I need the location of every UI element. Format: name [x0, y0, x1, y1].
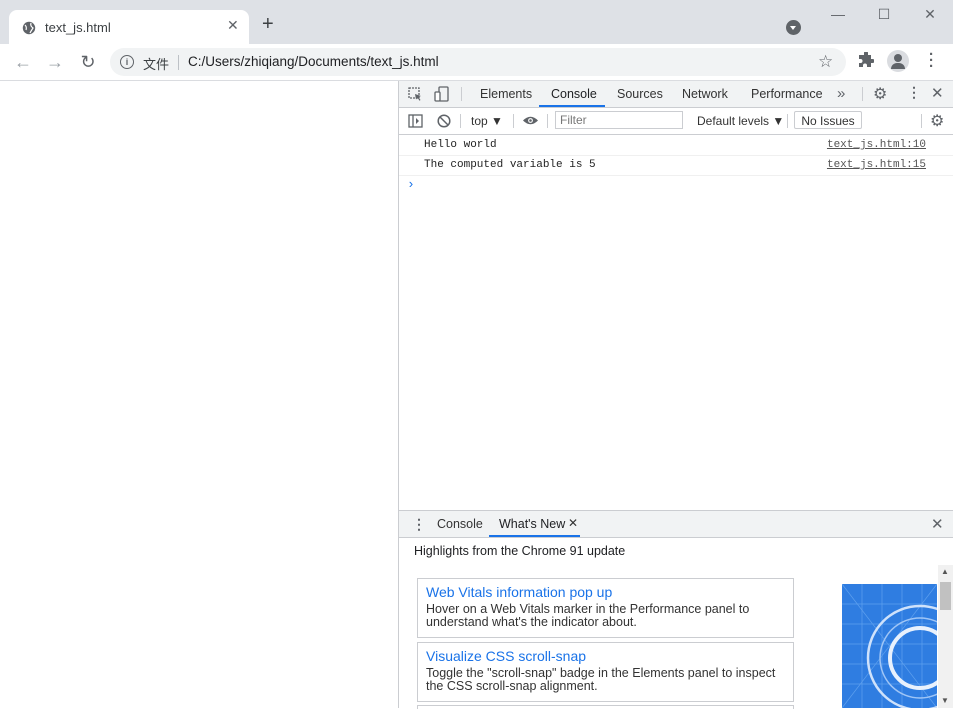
whats-new-card[interactable]: Web Vitals information pop up Hover on a… [417, 578, 794, 638]
reload-icon[interactable]: ↻ [77, 52, 99, 72]
browser-toolbar: ← → ↻ i 文件 C:/Users/zhiqiang/Documents/t… [0, 44, 953, 81]
url-text[interactable]: C:/Users/zhiqiang/Documents/text_js.html [188, 54, 439, 69]
info-icon[interactable]: i [120, 55, 134, 69]
maximize-button[interactable]: ☐ [861, 6, 907, 28]
console-prompt[interactable]: › [407, 177, 415, 192]
close-drawer-icon[interactable]: ✕ [931, 515, 944, 533]
settings-gear-icon[interactable]: ⚙ [873, 84, 887, 104]
more-tabs-chevron-icon[interactable]: » [837, 85, 845, 102]
devtools-menu-icon[interactable]: ⋮ [907, 84, 921, 101]
active-tab-indicator [539, 105, 605, 107]
minimize-button[interactable]: — [815, 6, 861, 28]
toolbar-divider [547, 114, 548, 128]
browser-tab[interactable]: text_js.html ✕ [9, 10, 249, 44]
active-tab-indicator [489, 535, 580, 537]
tab-strip: text_js.html ✕ + — ☐ ✕ [0, 0, 953, 44]
log-levels-dropdown[interactable]: Default levels ▼ [697, 114, 784, 128]
clear-console-icon[interactable] [437, 114, 451, 128]
console-message: The computed variable is 5 text_js.html:… [399, 156, 953, 176]
page-viewport [0, 81, 398, 708]
console-settings-gear-icon[interactable]: ⚙ [930, 111, 944, 131]
sidebar-toggle-icon[interactable] [408, 114, 423, 128]
console-message-text: The computed variable is 5 [424, 159, 596, 171]
scroll-down-icon[interactable]: ▼ [941, 696, 949, 705]
file-chip[interactable]: 文件 [143, 54, 169, 73]
tab-performance[interactable]: Performance [751, 87, 823, 101]
toolbar-divider [461, 87, 462, 101]
device-toolbar-icon[interactable] [434, 86, 450, 102]
tab-search-icon[interactable] [786, 20, 801, 35]
card-title-link[interactable]: Visualize CSS scroll-snap [426, 648, 586, 664]
live-expression-eye-icon[interactable] [522, 115, 539, 126]
kebab-menu-icon[interactable]: · · · [929, 47, 934, 74]
card-description: Hover on a Web Vitals marker in the Perf… [426, 602, 750, 629]
console-toolbar: top ▼ Default levels ▼ No Issues ⚙ [399, 108, 953, 135]
drawer-tab-bar: ⋮ Console What's New ✕ ✕ [399, 510, 953, 538]
tab-sources[interactable]: Sources [617, 87, 663, 101]
address-bar[interactable]: i 文件 C:/Users/zhiqiang/Documents/text_js… [110, 48, 846, 76]
devtools-panel: Elements Console Sources Network Perform… [398, 81, 953, 709]
toolbar-divider [460, 114, 461, 128]
profile-avatar-icon[interactable] [887, 50, 909, 72]
drawer-menu-icon[interactable]: ⋮ [412, 516, 426, 533]
tab-close-icon[interactable]: ✕ [227, 17, 239, 34]
context-selector[interactable]: top ▼ [471, 114, 503, 128]
extensions-puzzle-icon[interactable] [858, 52, 874, 68]
globe-icon [22, 21, 36, 35]
card-description: Toggle the "scroll-snap" badge in the El… [426, 666, 776, 693]
scroll-up-icon[interactable]: ▲ [941, 567, 949, 576]
toolbar-divider [921, 114, 922, 128]
toolbar-divider [787, 114, 788, 128]
tab-network[interactable]: Network [682, 87, 728, 101]
chrome-update-illustration [842, 584, 937, 708]
console-source-link[interactable]: text_js.html:10 [827, 139, 926, 151]
tab-title: text_js.html [45, 20, 111, 35]
filter-input[interactable] [555, 111, 683, 129]
toolbar-divider [513, 114, 514, 128]
drawer-tab-console[interactable]: Console [437, 517, 483, 531]
back-arrow-icon[interactable]: ← [12, 52, 34, 72]
forward-arrow-icon[interactable]: → [44, 52, 66, 72]
scrollbar-thumb[interactable] [940, 582, 951, 610]
tab-elements[interactable]: Elements [480, 87, 532, 101]
devtools-tab-bar: Elements Console Sources Network Perform… [399, 81, 953, 108]
drawer-tab-whats-new[interactable]: What's New [499, 517, 565, 531]
console-message: Hello world text_js.html:10 [399, 136, 953, 156]
close-tab-icon[interactable]: ✕ [568, 516, 578, 530]
close-devtools-icon[interactable]: ✕ [931, 84, 944, 102]
close-window-button[interactable]: ✕ [907, 6, 953, 28]
whats-new-card[interactable] [417, 705, 794, 709]
omnibox-divider [178, 55, 179, 70]
tab-console[interactable]: Console [551, 87, 597, 101]
inspect-element-icon[interactable] [408, 87, 423, 102]
console-source-link[interactable]: text_js.html:15 [827, 159, 926, 171]
whats-new-card[interactable]: Visualize CSS scroll-snap Toggle the "sc… [417, 642, 794, 702]
whats-new-headline: Highlights from the Chrome 91 update [414, 544, 626, 558]
bookmark-star-icon[interactable]: ☆ [818, 52, 833, 72]
card-title-link[interactable]: Web Vitals information pop up [426, 584, 612, 600]
console-message-text: Hello world [424, 139, 497, 151]
new-tab-button[interactable]: + [262, 14, 274, 34]
issues-button[interactable]: No Issues [794, 111, 862, 129]
toolbar-divider [862, 87, 863, 101]
